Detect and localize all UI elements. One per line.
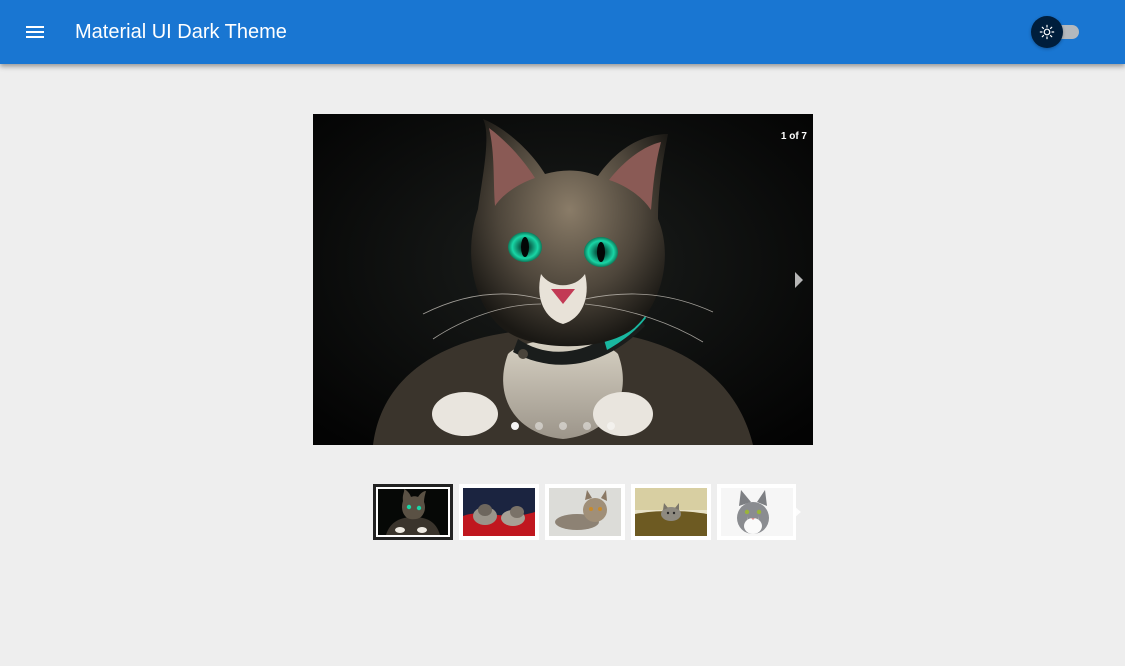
thumbnail-1[interactable] [373,484,453,540]
slide-image-cat [313,114,813,445]
app-bar: Material UI Dark Theme [0,0,1125,64]
next-slide-button[interactable] [789,268,809,292]
thumbnail-image [463,488,535,536]
thumbnail-strip [373,484,796,541]
slide-dot[interactable] [559,422,567,430]
slide-dot[interactable] [511,422,519,430]
thumbnail-2[interactable] [459,484,539,540]
thumbnail-image [635,488,707,536]
menu-button[interactable] [15,12,55,52]
thumbnail-4[interactable] [631,484,711,540]
menu-icon [26,26,44,38]
theme-toggle-thumb [1031,16,1063,48]
image-gallery[interactable]: 1 of 7 [313,114,813,445]
thumbnail-image [378,489,448,535]
slide-dot[interactable] [583,422,591,430]
thumbnail-image [721,488,793,536]
thumbnails-next-button[interactable] [793,500,805,524]
page-title: Material UI Dark Theme [75,21,287,43]
sun-icon [1039,24,1055,40]
slide-counter: 1 of 7 [780,131,807,142]
thumbnail-3[interactable] [545,484,625,540]
slide-dot[interactable] [607,422,615,430]
chevron-right-icon [795,272,803,288]
theme-toggle[interactable] [1031,16,1083,48]
slide-dot[interactable] [535,422,543,430]
chevron-right-icon [794,506,801,518]
slide-indicators [313,422,813,432]
thumbnail-image [549,488,621,536]
thumbnail-5[interactable] [717,484,796,540]
